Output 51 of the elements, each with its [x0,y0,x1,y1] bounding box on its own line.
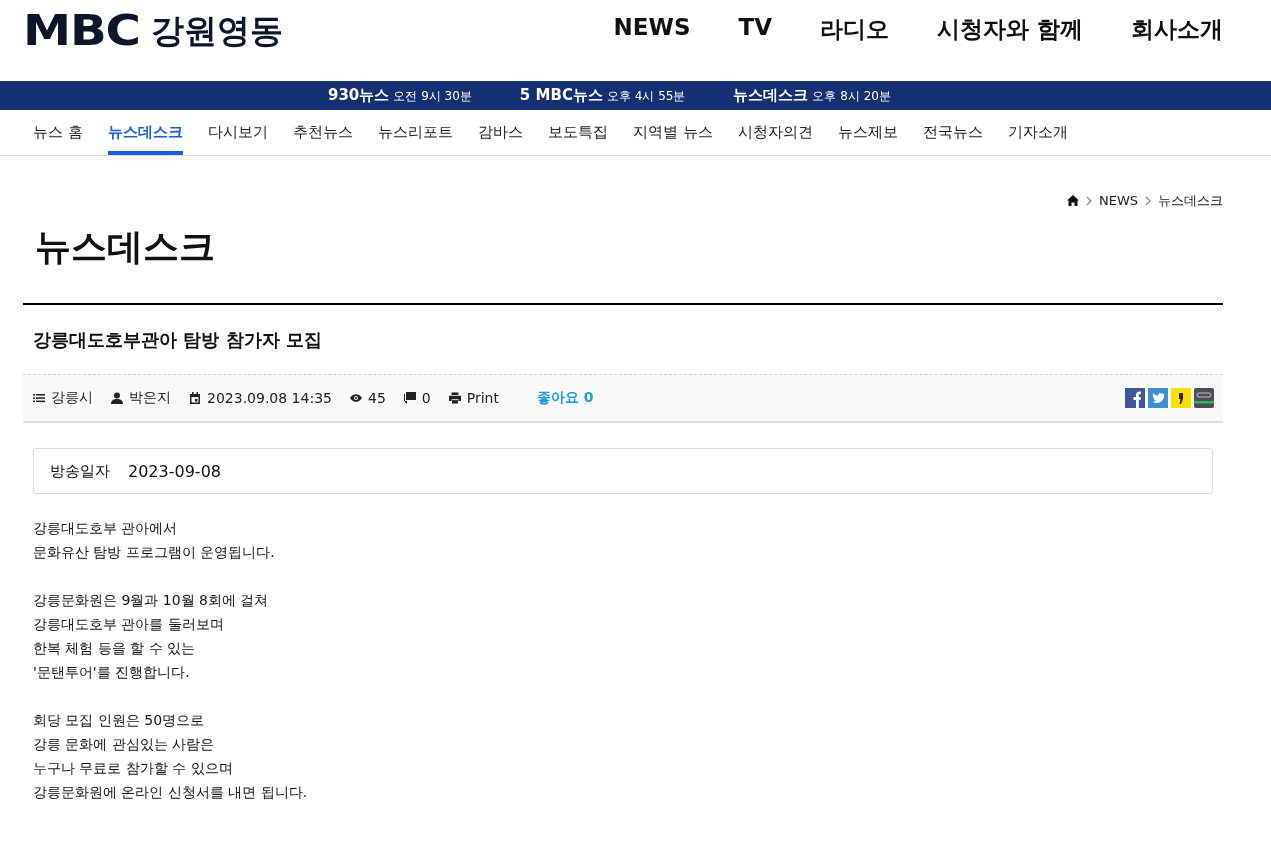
logo-wordmark[interactable]: MBC [23,9,140,52]
print-button[interactable]: Print [448,390,499,406]
home-icon[interactable] [1066,195,1079,206]
chevron-icon [1085,195,1092,206]
broadcast-date-label: 방송일자 [50,461,110,481]
speech-mark-icon[interactable] [1171,388,1191,408]
sub-nav-tab[interactable]: 뉴스제보 [837,110,898,155]
article-paragraph: 회당 모집 인원은 50명으로 강릉 문화에 관심있는 사람은 누구나 무료로 참가할 수 있으며 강릉문화원에 온라인 신청서를 내면 됩니다. [33,711,309,802]
main-nav-link[interactable]: 라디오 [820,14,889,45]
view-count: 45 [367,390,386,406]
broadcast-date: 2023-09-08 [128,461,221,481]
publish-date: 2023.09.08 14:35 [207,390,332,406]
main-nav-link[interactable]: 회사소개 [1131,14,1223,45]
comment-count: 0 [421,390,431,406]
sub-nav-tab[interactable]: 보도특집 [547,110,608,155]
program-name: 930뉴스 [328,86,390,105]
eye-icon [349,392,362,404]
sub-nav-tab[interactable]: 전국뉴스 [922,110,983,155]
sub-nav-tab[interactable]: 감바스 [477,110,523,155]
main-nav-link[interactable]: TV [738,14,772,45]
program-name: 뉴스데스크 [733,86,809,105]
comment-icon [403,392,416,404]
sub-nav-tab[interactable]: 다시보기 [207,110,268,155]
sub-nav-tab[interactable]: 지역별 뉴스 [632,110,713,155]
program-name: 5 MBC뉴스 [519,86,603,105]
breadcrumb-link[interactable]: 뉴스데스크 [1158,191,1223,210]
article-paragraph: 강릉대도호부 관아에서 문화유산 탐방 프로그램이 운영됩니다. [33,519,276,562]
page-title: 뉴스데스크 [35,225,216,269]
sub-nav-tab[interactable]: 추천뉴스 [292,110,353,155]
sub-nav-tab[interactable]: 뉴스데스크 [107,110,183,155]
list-icon [33,392,45,404]
calendar-icon [189,392,201,404]
logo-region[interactable]: 강원영동 [150,14,283,47]
main-nav-link[interactable]: NEWS [613,14,691,45]
article-paragraph: 강릉문화원은 9월과 10월 8회에 걸쳐 강릉대도호부 관아를 둘러보며 한복 체험 등을 할 수 있는 '문탠투어'를 진행합니다. [33,591,270,682]
printer-icon [448,392,461,404]
chevron-icon [1145,195,1151,206]
author-name: 박은지 [129,389,171,407]
article-title: 강릉대도호부관아 탐방 참가자 모집 [33,328,323,352]
sub-nav-tab[interactable]: 뉴스리포트 [377,110,453,155]
category-label: 강릉시 [51,389,93,407]
sub-nav-tab[interactable]: 기자소개 [1007,110,1068,155]
program-time: 오후 4시 55분 [606,88,686,105]
main-nav-link[interactable]: 시청자와 함께 [937,14,1083,45]
sub-nav-tab[interactable]: 뉴스 홈 [33,110,83,155]
breadcrumb-link[interactable]: NEWS [1098,193,1138,208]
sub-nav-tab[interactable]: 시청자의견 [737,110,813,155]
person-icon [111,392,123,404]
program-time: 오전 9시 30분 [393,88,472,105]
facebook-icon[interactable] [1125,388,1145,408]
program-time: 오후 8시 20분 [812,88,891,105]
